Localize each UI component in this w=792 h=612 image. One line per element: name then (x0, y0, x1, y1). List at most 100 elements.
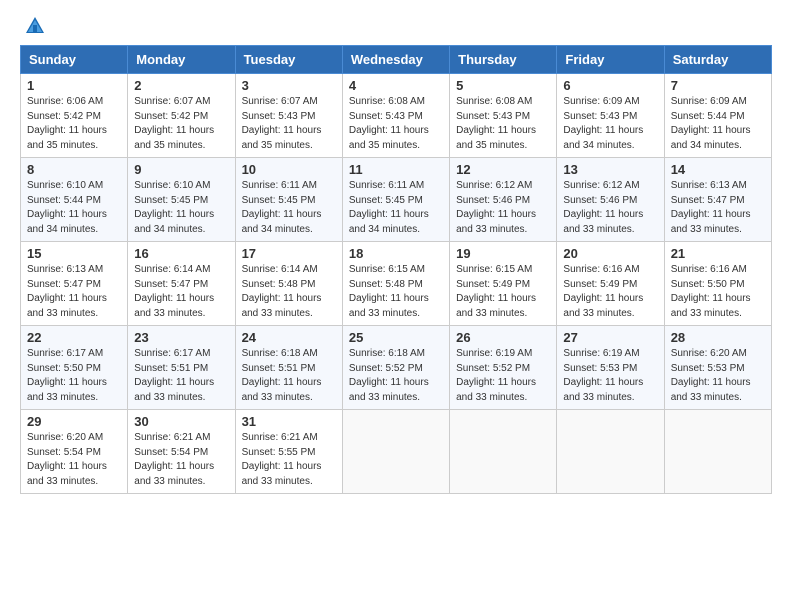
day-info: Sunrise: 6:19 AMSunset: 5:53 PMDaylight:… (563, 347, 657, 405)
weekday-header-tuesday: Tuesday (235, 46, 342, 74)
calendar-cell: 12Sunrise: 6:12 AMSunset: 5:46 PMDayligh… (450, 158, 557, 242)
day-info: Sunrise: 6:08 AMSunset: 5:43 PMDaylight:… (349, 95, 443, 153)
week-row-3: 15 Sunrise: 6:13 AMSunset: 5:47 PMDayligh… (21, 242, 772, 326)
calendar-cell: 19 Sunrise: 6:15 AMSunset: 5:49 PMDayligh… (450, 242, 557, 326)
calendar-cell: 10 Sunrise: 6:11 AMSunset: 5:45 PMDayligh… (235, 158, 342, 242)
calendar-cell: 17 Sunrise: 6:14 AMSunset: 5:48 PMDayligh… (235, 242, 342, 326)
day-number: 26 (456, 330, 550, 345)
logo-icon (24, 15, 46, 37)
week-row-5: 29 Sunrise: 6:20 AMSunset: 5:54 PMDayligh… (21, 410, 772, 494)
calendar-cell: 24 Sunrise: 6:18 AMSunset: 5:51 PMDayligh… (235, 326, 342, 410)
day-info: Sunrise: 6:10 AMSunset: 5:44 PMDaylight:… (27, 179, 121, 237)
day-number: 4 (349, 78, 443, 93)
day-number: 3 (242, 78, 336, 93)
day-number: 25 (349, 330, 443, 345)
day-info: Sunrise: 6:06 AMSunset: 5:42 PMDaylight:… (27, 95, 121, 153)
calendar-cell: 3 Sunrise: 6:07 AMSunset: 5:43 PMDaylight… (235, 74, 342, 158)
calendar-cell: 5Sunrise: 6:08 AMSunset: 5:43 PMDaylight… (450, 74, 557, 158)
calendar-cell: 28 Sunrise: 6:20 AMSunset: 5:53 PMDayligh… (664, 326, 771, 410)
day-info: Sunrise: 6:21 AMSunset: 5:54 PMDaylight:… (134, 431, 228, 489)
day-info: Sunrise: 6:07 AMSunset: 5:43 PMDaylight:… (242, 95, 336, 153)
day-number: 2 (134, 78, 228, 93)
week-row-1: 1 Sunrise: 6:06 AMSunset: 5:42 PMDaylight… (21, 74, 772, 158)
weekday-header-friday: Friday (557, 46, 664, 74)
day-number: 10 (242, 162, 336, 177)
day-number: 20 (563, 246, 657, 261)
day-number: 21 (671, 246, 765, 261)
day-number: 17 (242, 246, 336, 261)
calendar-cell: 13Sunrise: 6:12 AMSunset: 5:46 PMDayligh… (557, 158, 664, 242)
day-number: 1 (27, 78, 121, 93)
calendar-table: SundayMondayTuesdayWednesdayThursdayFrid… (20, 45, 772, 494)
weekday-header-wednesday: Wednesday (342, 46, 449, 74)
week-row-4: 22 Sunrise: 6:17 AMSunset: 5:50 PMDayligh… (21, 326, 772, 410)
day-info: Sunrise: 6:14 AMSunset: 5:47 PMDaylight:… (134, 263, 228, 321)
day-number: 18 (349, 246, 443, 261)
day-info: Sunrise: 6:15 AMSunset: 5:49 PMDaylight:… (456, 263, 550, 321)
calendar-cell: 15 Sunrise: 6:13 AMSunset: 5:47 PMDayligh… (21, 242, 128, 326)
calendar-cell: 11 Sunrise: 6:11 AMSunset: 5:45 PMDayligh… (342, 158, 449, 242)
calendar-cell: 20 Sunrise: 6:16 AMSunset: 5:49 PMDayligh… (557, 242, 664, 326)
calendar-cell: 8 Sunrise: 6:10 AMSunset: 5:44 PMDaylight… (21, 158, 128, 242)
day-info: Sunrise: 6:11 AMSunset: 5:45 PMDaylight:… (349, 179, 443, 237)
day-info: Sunrise: 6:21 AMSunset: 5:55 PMDaylight:… (242, 431, 336, 489)
day-info: Sunrise: 6:20 AMSunset: 5:53 PMDaylight:… (671, 347, 765, 405)
calendar-cell: 21 Sunrise: 6:16 AMSunset: 5:50 PMDayligh… (664, 242, 771, 326)
day-number: 12 (456, 162, 550, 177)
calendar-cell: 7Sunrise: 6:09 AMSunset: 5:44 PMDaylight… (664, 74, 771, 158)
day-info: Sunrise: 6:09 AMSunset: 5:44 PMDaylight:… (671, 95, 765, 153)
calendar-cell: 1 Sunrise: 6:06 AMSunset: 5:42 PMDaylight… (21, 74, 128, 158)
day-info: Sunrise: 6:18 AMSunset: 5:51 PMDaylight:… (242, 347, 336, 405)
day-info: Sunrise: 6:07 AMSunset: 5:42 PMDaylight:… (134, 95, 228, 153)
calendar-cell: 29 Sunrise: 6:20 AMSunset: 5:54 PMDayligh… (21, 410, 128, 494)
calendar-cell (342, 410, 449, 494)
calendar-cell: 25 Sunrise: 6:18 AMSunset: 5:52 PMDayligh… (342, 326, 449, 410)
weekday-header-monday: Monday (128, 46, 235, 74)
calendar-cell: 30 Sunrise: 6:21 AMSunset: 5:54 PMDayligh… (128, 410, 235, 494)
day-info: Sunrise: 6:13 AMSunset: 5:47 PMDaylight:… (671, 179, 765, 237)
day-info: Sunrise: 6:10 AMSunset: 5:45 PMDaylight:… (134, 179, 228, 237)
day-info: Sunrise: 6:19 AMSunset: 5:52 PMDaylight:… (456, 347, 550, 405)
weekday-header-saturday: Saturday (664, 46, 771, 74)
day-info: Sunrise: 6:17 AMSunset: 5:50 PMDaylight:… (27, 347, 121, 405)
day-info: Sunrise: 6:15 AMSunset: 5:48 PMDaylight:… (349, 263, 443, 321)
calendar-cell: 23 Sunrise: 6:17 AMSunset: 5:51 PMDayligh… (128, 326, 235, 410)
day-number: 9 (134, 162, 228, 177)
weekday-header-thursday: Thursday (450, 46, 557, 74)
day-number: 15 (27, 246, 121, 261)
day-number: 29 (27, 414, 121, 429)
day-number: 30 (134, 414, 228, 429)
day-number: 23 (134, 330, 228, 345)
day-number: 19 (456, 246, 550, 261)
calendar-cell: 27Sunrise: 6:19 AMSunset: 5:53 PMDayligh… (557, 326, 664, 410)
day-number: 6 (563, 78, 657, 93)
day-info: Sunrise: 6:08 AMSunset: 5:43 PMDaylight:… (456, 95, 550, 153)
calendar-cell: 9 Sunrise: 6:10 AMSunset: 5:45 PMDaylight… (128, 158, 235, 242)
day-number: 28 (671, 330, 765, 345)
day-number: 13 (563, 162, 657, 177)
calendar-cell: 2 Sunrise: 6:07 AMSunset: 5:42 PMDaylight… (128, 74, 235, 158)
day-info: Sunrise: 6:18 AMSunset: 5:52 PMDaylight:… (349, 347, 443, 405)
day-number: 11 (349, 162, 443, 177)
calendar-cell: 26 Sunrise: 6:19 AMSunset: 5:52 PMDayligh… (450, 326, 557, 410)
day-info: Sunrise: 6:14 AMSunset: 5:48 PMDaylight:… (242, 263, 336, 321)
calendar-cell: 22 Sunrise: 6:17 AMSunset: 5:50 PMDayligh… (21, 326, 128, 410)
day-info: Sunrise: 6:20 AMSunset: 5:54 PMDaylight:… (27, 431, 121, 489)
day-number: 8 (27, 162, 121, 177)
calendar-cell (450, 410, 557, 494)
weekday-header-row: SundayMondayTuesdayWednesdayThursdayFrid… (21, 46, 772, 74)
calendar-cell: 14 Sunrise: 6:13 AMSunset: 5:47 PMDayligh… (664, 158, 771, 242)
calendar-page: SundayMondayTuesdayWednesdayThursdayFrid… (0, 0, 792, 612)
calendar-cell: 6Sunrise: 6:09 AMSunset: 5:43 PMDaylight… (557, 74, 664, 158)
day-info: Sunrise: 6:13 AMSunset: 5:47 PMDaylight:… (27, 263, 121, 321)
day-number: 14 (671, 162, 765, 177)
calendar-cell: 4 Sunrise: 6:08 AMSunset: 5:43 PMDaylight… (342, 74, 449, 158)
day-info: Sunrise: 6:16 AMSunset: 5:49 PMDaylight:… (563, 263, 657, 321)
day-info: Sunrise: 6:11 AMSunset: 5:45 PMDaylight:… (242, 179, 336, 237)
day-info: Sunrise: 6:16 AMSunset: 5:50 PMDaylight:… (671, 263, 765, 321)
calendar-cell (664, 410, 771, 494)
day-number: 22 (27, 330, 121, 345)
day-info: Sunrise: 6:17 AMSunset: 5:51 PMDaylight:… (134, 347, 228, 405)
day-number: 24 (242, 330, 336, 345)
calendar-cell: 18 Sunrise: 6:15 AMSunset: 5:48 PMDayligh… (342, 242, 449, 326)
